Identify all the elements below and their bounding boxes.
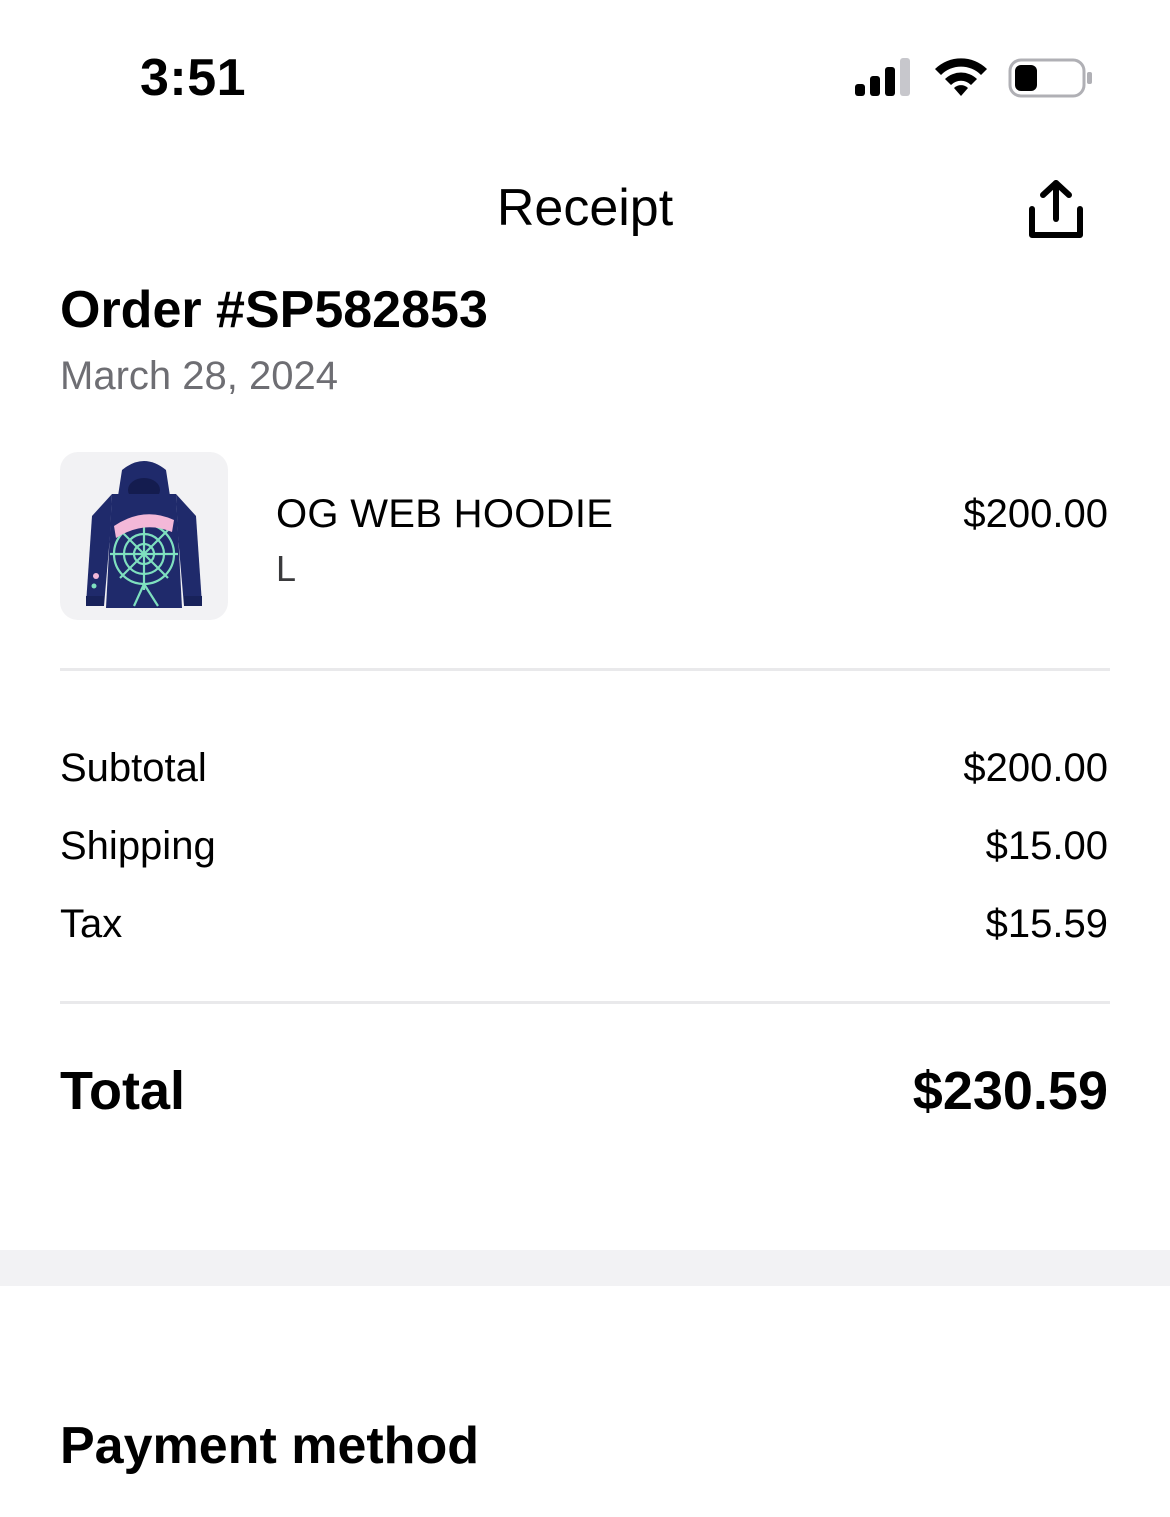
- divider: [60, 1001, 1110, 1004]
- tax-label: Tax: [60, 902, 123, 946]
- product-thumbnail: [60, 452, 228, 620]
- item-name: OG WEB HOODIE: [276, 492, 614, 536]
- order-date: March 28, 2024: [60, 354, 338, 398]
- battery-icon: [1008, 58, 1092, 98]
- status-time: 3:51: [140, 49, 247, 107]
- payment-method-heading: Payment method: [60, 1417, 479, 1475]
- subtotal-label: Subtotal: [60, 746, 207, 790]
- shipping-label: Shipping: [60, 824, 216, 868]
- hoodie-image: [86, 461, 202, 608]
- subtotal-row: Subtotal $200.00: [60, 746, 1108, 806]
- nav-bar: Receipt: [0, 160, 1170, 260]
- total-row: Total $230.59: [60, 1060, 1108, 1130]
- share-icon: [1029, 180, 1083, 238]
- shipping-value: $15.00: [985, 824, 1108, 868]
- section-separator: [0, 1250, 1170, 1286]
- item-size: L: [276, 548, 297, 589]
- page-title: Receipt: [496, 179, 674, 237]
- total-value: $230.59: [912, 1061, 1108, 1121]
- shipping-row: Shipping $15.00: [60, 824, 1108, 884]
- tax-row: Tax $15.59: [60, 902, 1108, 962]
- subtotal-value: $200.00: [963, 746, 1108, 790]
- order-number: Order #SP582853: [60, 281, 488, 339]
- wifi-icon: [935, 58, 987, 96]
- total-label: Total: [60, 1061, 185, 1121]
- tax-value: $15.59: [985, 902, 1108, 946]
- line-item[interactable]: OG WEB HOODIE L $200.00: [60, 452, 1110, 622]
- status-bar: 3:51: [0, 0, 1170, 130]
- divider: [60, 668, 1110, 671]
- share-button[interactable]: [1020, 174, 1092, 246]
- item-price: $200.00: [963, 492, 1108, 536]
- battery-fill: [1015, 65, 1037, 91]
- cellular-signal-icon: [855, 58, 910, 96]
